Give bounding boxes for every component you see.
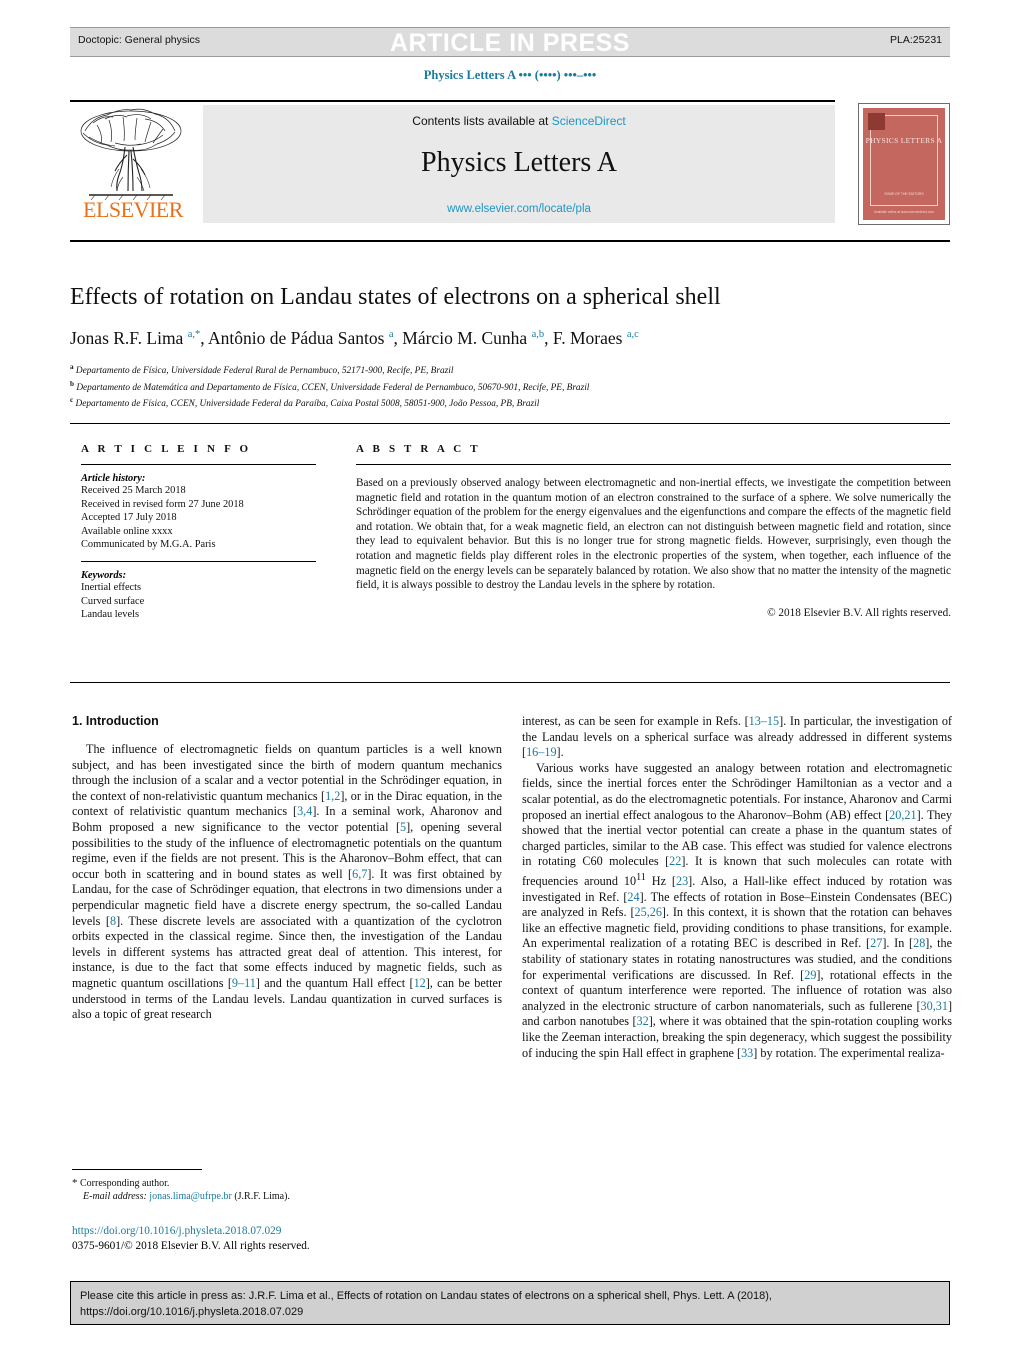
cover-footer-line-2: Available online at www.sciencedirect.co…: [874, 210, 934, 214]
masthead-panel: Contents lists available at ScienceDirec…: [203, 105, 835, 223]
abstract-text: Based on a previously observed analogy b…: [356, 477, 951, 592]
masthead-bottom-rule: [70, 240, 950, 242]
elsevier-logo: ELSEVIER: [70, 105, 195, 223]
running-head-bar: Doctopic: General physics ARTICLE IN PRE…: [70, 27, 950, 57]
contents-available-line: Contents lists available at ScienceDirec…: [203, 114, 835, 128]
keyword-item: Inertial effects: [81, 581, 142, 593]
affiliation-text: Departamento de Matemática and Departame…: [76, 382, 590, 393]
cover-background: PHYSICS LETTERS A SOME OF THE EDITORS Av…: [863, 108, 945, 220]
footnote-rule: [72, 1169, 202, 1170]
citation-notice-text: Please cite this article in press as: J.…: [80, 1289, 940, 1320]
asterisk-icon: *: [72, 1177, 78, 1189]
doi-link[interactable]: https://doi.org/10.1016/j.physleta.2018.…: [72, 1224, 502, 1239]
abstract-divider: [356, 464, 951, 465]
history-item: Accepted 17 July 2018: [81, 512, 177, 524]
masthead: ELSEVIER Contents lists available at Sci…: [70, 105, 835, 223]
body-paragraph: Various works have suggested an analogy …: [522, 760, 953, 1060]
abstract-heading: A B S T R A C T: [356, 443, 481, 455]
article-info-column: A R T I C L E I N F O Article history: R…: [81, 443, 321, 622]
citation-line-2[interactable]: https://doi.org/10.1016/j.physleta.2018.…: [80, 1305, 940, 1321]
journal-homepage-link[interactable]: www.elsevier.com/locate/pla: [203, 203, 835, 215]
affiliation-list: a Departamento de Física, Universidade F…: [70, 361, 950, 411]
affiliation-marker: c: [70, 396, 74, 405]
affiliation-marker: b: [70, 379, 74, 388]
body-paragraph: The influence of electromagnetic fields …: [72, 742, 503, 1022]
footnote-block: * Corresponding author. E-mail address: …: [72, 1177, 502, 1203]
manuscript-id: PLA:25231: [890, 34, 942, 46]
article-page: Doctopic: General physics ARTICLE IN PRE…: [0, 0, 1020, 1351]
article-in-press-banner: ARTICLE IN PRESS: [390, 29, 630, 57]
sciencedirect-link[interactable]: ScienceDirect: [552, 114, 626, 128]
corresponding-author-note: * Corresponding author.: [72, 1177, 502, 1190]
citation-line-1: Please cite this article in press as: J.…: [80, 1290, 772, 1302]
section-heading-introduction: 1. Introduction: [72, 714, 159, 728]
article-info-heading: A R T I C L E I N F O: [81, 443, 252, 455]
email-line: E-mail address: jonas.lima@ufrpe.br (J.R…: [72, 1190, 502, 1203]
info-band-top-rule: [70, 423, 950, 424]
keywords-divider: [81, 560, 316, 562]
journal-reference-line: Physics Letters A ••• (••••) •••–•••: [423, 68, 597, 82]
elsevier-tree-icon: [80, 108, 182, 201]
article-info-divider: [81, 464, 316, 465]
journal-title: Physics Letters A: [421, 147, 617, 178]
keyword-item: Landau levels: [81, 609, 139, 621]
copyright-line: © 2018 Elsevier B.V. All rights reserved…: [767, 606, 951, 619]
article-history-label: Article history:: [81, 473, 146, 484]
masthead-top-rule: [70, 100, 835, 102]
author-list: Jonas R.F. Lima a,*, Antônio de Pádua Sa…: [70, 328, 950, 349]
issn-copyright-line: 0375-9601/© 2018 Elsevier B.V. All right…: [72, 1239, 310, 1252]
affiliation-marker: a: [70, 363, 74, 371]
cover-journal-title: PHYSICS LETTERS A: [865, 136, 943, 145]
citation-notice-box: Please cite this article in press as: J.…: [70, 1281, 950, 1325]
doi-block: https://doi.org/10.1016/j.physleta.2018.…: [72, 1224, 502, 1253]
contents-prefix: Contents lists available at: [412, 114, 552, 128]
history-item: Available online xxxx: [81, 525, 173, 537]
info-band-bottom-rule: [70, 682, 950, 683]
affiliation-item: b Departamento de Matemática and Departa…: [70, 378, 950, 395]
corresponding-author-text: Corresponding author.: [80, 1178, 170, 1189]
body-paragraph: interest, as can be seen for example in …: [522, 714, 952, 760]
history-item: Received in revised form 27 June 2018: [81, 498, 244, 510]
email-label: E-mail address:: [83, 1191, 147, 1202]
affiliation-item: a Departamento de Física, Universidade F…: [70, 361, 950, 378]
cover-footer-line-1: SOME OF THE EDITORS: [884, 192, 924, 196]
keyword-item: Curved surface: [81, 595, 145, 607]
history-item: Received 25 March 2018: [81, 485, 186, 496]
email-owner: (J.R.F. Lima).: [234, 1191, 290, 1202]
journal-cover-thumbnail: PHYSICS LETTERS A SOME OF THE EDITORS Av…: [858, 103, 950, 225]
elsevier-wordmark: ELSEVIER: [83, 197, 183, 222]
email-link[interactable]: jonas.lima@ufrpe.br: [149, 1191, 232, 1202]
authors-inline: Jonas R.F. Lima a,*, Antônio de Pádua Sa…: [70, 328, 639, 348]
affiliation-item: c Departamento de Física, CCEN, Universi…: [70, 394, 950, 411]
page-title: Effects of rotation on Landau states of …: [70, 284, 721, 310]
cover-swatch-icon: [868, 113, 885, 130]
affiliation-text: Departamento de Física, CCEN, Universida…: [75, 399, 540, 410]
abstract-column: A B S T R A C T Based on a previously ob…: [356, 443, 951, 619]
history-item: Communicated by M.G.A. Paris: [81, 539, 216, 551]
keywords-label: Keywords:: [81, 569, 127, 581]
body-column-right: interest, as can be seen for example in …: [522, 714, 952, 1061]
affiliation-text: Departamento de Física, Universidade Fed…: [75, 366, 454, 377]
body-column-left: 1. Introduction The influence of electro…: [72, 714, 502, 1023]
